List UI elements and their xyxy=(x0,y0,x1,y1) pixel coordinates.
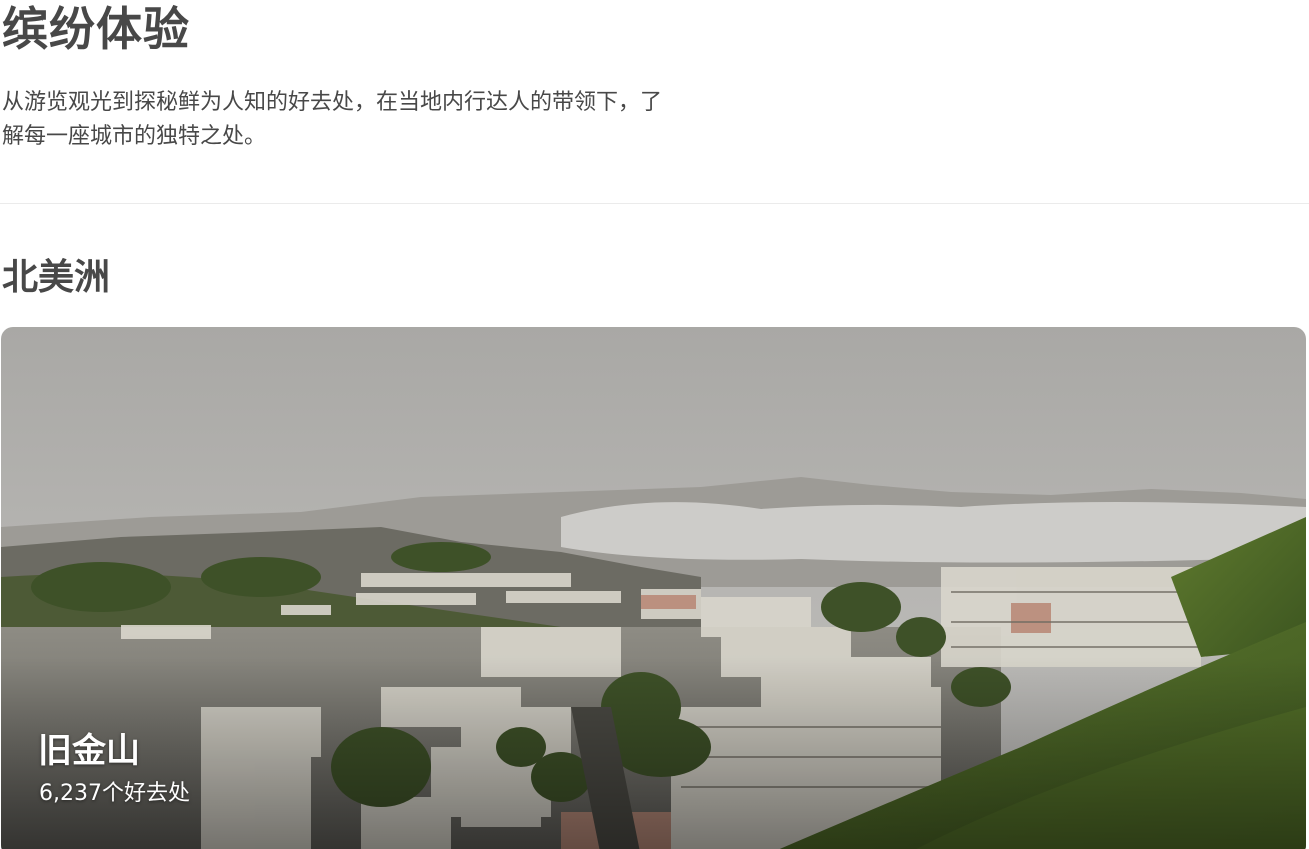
city-card[interactable]: 旧金山 6,237个好去处 xyxy=(1,327,1306,849)
page-title: 缤纷体验 xyxy=(2,2,190,56)
region-title: 北美洲 xyxy=(2,257,111,298)
city-name: 旧金山 xyxy=(38,731,140,771)
section-divider xyxy=(0,203,1309,204)
card-gradient-overlay xyxy=(1,657,1306,849)
page: 缤纷体验 从游览观光到探秘鲜为人知的好去处，在当地内行达人的带领下，了解每一座城… xyxy=(0,0,1309,849)
page-description: 从游览观光到探秘鲜为人知的好去处，在当地内行达人的带领下，了解每一座城市的独特之… xyxy=(2,90,663,149)
city-place-count: 6,237个好去处 xyxy=(39,781,190,806)
